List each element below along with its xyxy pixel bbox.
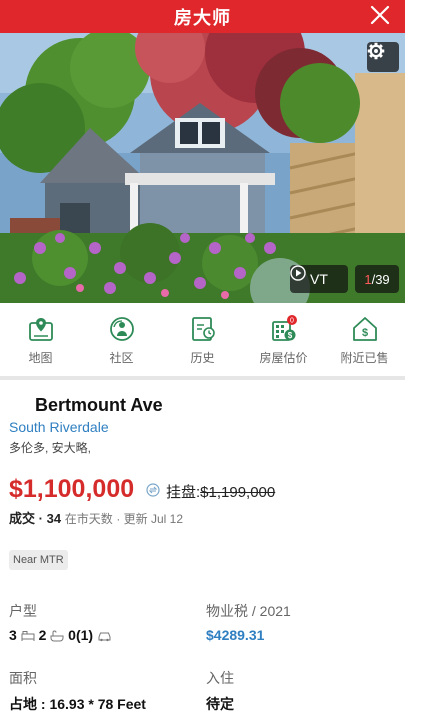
- property-tax-value: $4289.31: [206, 627, 265, 643]
- room-type-label: 户型: [9, 603, 37, 619]
- nav-item-label: 地图: [28, 351, 53, 365]
- days-label: 在市天数: [64, 512, 113, 526]
- room-counts: 3 2 0(1): [9, 627, 112, 643]
- occupancy-label: 入住: [206, 670, 234, 686]
- photo-counter-total: /39: [371, 271, 390, 287]
- listing-address: Bertmount Ave: [35, 395, 163, 415]
- status-label: 成交: [9, 511, 36, 526]
- map-pin-icon: [28, 318, 53, 341]
- asking-price: 挂盘:$1,199,000: [166, 481, 275, 502]
- bedroom-count: 3: [9, 627, 17, 643]
- nearby-sold-icon: $: [352, 317, 377, 341]
- nav-item-label: 附近已售: [340, 351, 389, 365]
- lot-size-value: 占地 : 16.93 * 78 Feet: [9, 696, 146, 712]
- area-label: 面积: [9, 670, 37, 686]
- bathroom-count: 2: [38, 627, 47, 643]
- parking-count: 0(1): [68, 627, 94, 643]
- currency-convert-icon[interactable]: [146, 483, 160, 497]
- close-icon[interactable]: [367, 2, 393, 28]
- sale-status: 成交 · 34 在市天数 · 更新 Jul 12: [9, 508, 183, 527]
- photo-counter-current: 1: [364, 271, 372, 287]
- nav-item-label: 社区: [109, 351, 134, 365]
- nav-item-history[interactable]: 历史: [162, 303, 243, 375]
- listing-city: 多伦多, 安大略,: [9, 441, 92, 455]
- neighbourhood-link[interactable]: South Riverdale: [9, 419, 109, 435]
- photo-counter: 1/39: [355, 265, 399, 293]
- section-divider: [0, 376, 405, 380]
- asking-price-value: $1,199,000: [200, 484, 276, 501]
- svg-text:$: $: [361, 327, 367, 339]
- nav-item-map[interactable]: 地图: [0, 303, 81, 375]
- top-bar: 房大师: [0, 0, 405, 33]
- settings-button[interactable]: [367, 42, 399, 72]
- gear-icon: [367, 42, 385, 60]
- nav-item-community[interactable]: 社区: [81, 303, 162, 375]
- app: 房大师 VT 1 /39 地图 社区 历史 $ 0 房屋估价 $ 附近已售 Be…: [0, 0, 405, 726]
- bed-icon: [21, 631, 35, 641]
- occupancy-value: 待定: [206, 696, 234, 712]
- feature-tag: Near MTR: [9, 550, 68, 570]
- play-icon: [290, 265, 306, 281]
- property-tax-label: 物业税 / 2021: [206, 603, 291, 619]
- bath-icon: [50, 630, 64, 642]
- asking-label: 挂盘:: [166, 484, 201, 501]
- nav-item-label: 历史: [190, 351, 215, 365]
- community-icon: [109, 317, 134, 341]
- nav-item-valuation[interactable]: $ 0 房屋估价: [243, 303, 324, 375]
- action-nav: 地图 社区 历史 $ 0 房屋估价 $ 附近已售: [0, 303, 405, 375]
- app-title: 房大师: [174, 7, 231, 28]
- updated-date: · 更新 Jul 12: [116, 512, 184, 526]
- house-photo: [0, 33, 405, 303]
- days-on-market: 34: [46, 511, 62, 526]
- nav-item-nearby-sold[interactable]: $ 附近已售: [324, 303, 405, 375]
- valuation-badge: 0: [290, 318, 294, 325]
- car-icon: [98, 632, 111, 642]
- sold-price: $1,100,000: [9, 475, 135, 503]
- virtual-tour-button[interactable]: VT: [290, 265, 348, 293]
- history-icon: [191, 317, 215, 341]
- valuation-icon: $ 0: [271, 315, 297, 341]
- svg-text:$: $: [287, 331, 292, 340]
- status-separator: ·: [38, 511, 43, 526]
- listing-photo[interactable]: VT 1/39: [0, 33, 405, 303]
- vt-label: VT: [310, 271, 328, 287]
- nav-item-label: 房屋估价: [259, 351, 308, 365]
